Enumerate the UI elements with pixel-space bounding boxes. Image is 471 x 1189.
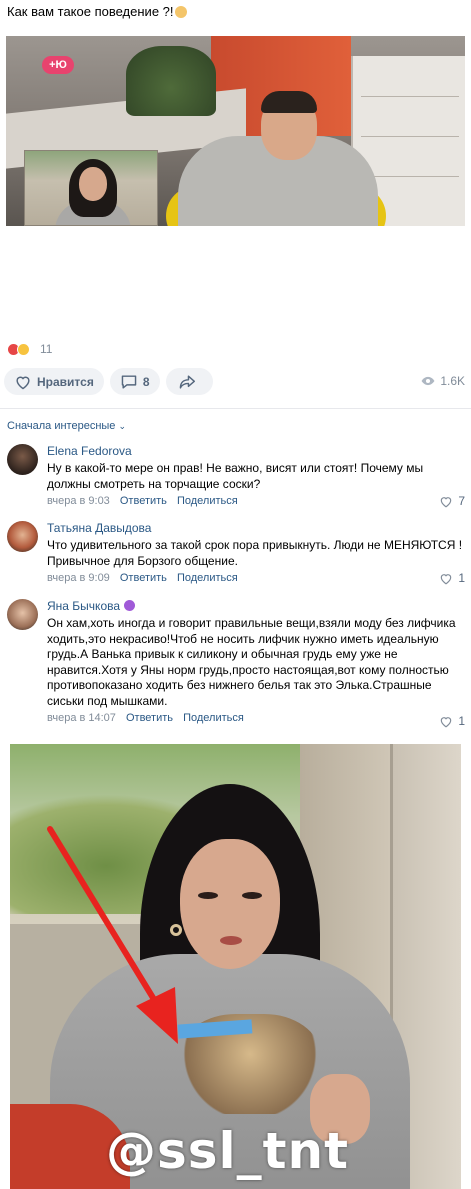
comment-like-button[interactable]: 7 — [439, 494, 465, 508]
heart-outline-icon — [441, 716, 452, 727]
share-button[interactable] — [165, 368, 213, 395]
heart-outline-icon — [16, 376, 30, 389]
reply-link[interactable]: Ответить — [120, 495, 167, 507]
avatar[interactable] — [7, 521, 38, 552]
comment-attached-photo[interactable]: @ssl_tnt — [10, 744, 461, 1189]
views-count: 1.6K — [440, 374, 465, 388]
heart-outline-icon — [441, 573, 452, 584]
like-button[interactable]: Нравится — [4, 368, 104, 395]
video-inset — [24, 150, 158, 226]
reply-link[interactable]: Ответить — [126, 712, 173, 724]
watermark: @ssl_tnt — [106, 1122, 350, 1180]
comment-time[interactable]: вчера в 14:07 — [47, 712, 116, 724]
avatar[interactable] — [7, 599, 38, 630]
video-player[interactable]: +Ю — [6, 36, 465, 226]
comment-meta: вчера в 9:03 Ответить Поделиться — [47, 495, 465, 507]
comment-like-button[interactable]: 1 — [439, 571, 465, 585]
heart-outline-icon — [441, 496, 452, 507]
comment-author[interactable]: Яна Бычкова — [47, 599, 465, 614]
comments-sort-label: Сначала интересные — [7, 420, 116, 432]
like-button-label: Нравится — [37, 374, 94, 389]
comment-author-name: Яна Бычкова — [47, 599, 121, 613]
share-link[interactable]: Поделиться — [183, 712, 244, 724]
comment-likes-count: 1 — [458, 714, 465, 728]
comments-count: 8 — [142, 374, 150, 389]
comment-text: Он хам,хоть иногда и говорит правильные … — [47, 616, 456, 708]
comment-like-button[interactable]: 1 — [439, 714, 465, 728]
divider — [0, 408, 471, 409]
comment-author[interactable]: Татьяна Давыдова — [47, 521, 465, 536]
share-arrow-icon — [179, 374, 195, 389]
paw-icon — [124, 600, 136, 611]
laugh-reaction-icon — [17, 342, 30, 356]
reactions-summary[interactable]: 11 — [7, 342, 52, 356]
avatar[interactable] — [7, 444, 38, 475]
comment-author[interactable]: Elena Fedorova — [47, 444, 465, 459]
reply-link[interactable]: Ответить — [120, 572, 167, 584]
views-counter: 1.6K — [421, 374, 465, 388]
comment-bubble-icon — [121, 374, 137, 389]
comment-meta: вчера в 9:09 Ответить Поделиться — [47, 572, 465, 584]
comments-sort-dropdown[interactable]: Сначала интересные ⌄ — [7, 420, 126, 432]
post-text: Как вам такое поведение ?! — [7, 4, 187, 19]
post-text-content: Как вам такое поведение ?! — [7, 4, 174, 19]
post-actions: Нравится 8 — [4, 368, 219, 395]
comments-button[interactable]: 8 — [109, 368, 160, 395]
comment-likes-count: 1 — [458, 571, 465, 585]
share-link[interactable]: Поделиться — [177, 495, 238, 507]
woman-facepalming-emoji-icon — [174, 6, 187, 18]
video-man-hair — [261, 91, 317, 113]
channel-logo: +Ю — [42, 56, 74, 74]
chevron-down-icon: ⌄ — [118, 421, 127, 431]
share-link[interactable]: Поделиться — [177, 572, 238, 584]
comment-time[interactable]: вчера в 9:03 — [47, 495, 110, 507]
comment-text: Что удивительного за такой срок пора при… — [47, 538, 463, 568]
reactions-count: 11 — [40, 342, 53, 356]
eye-icon — [421, 376, 435, 386]
comment-meta: вчера в 14:07 Ответить Поделиться — [47, 712, 465, 724]
video-plants — [126, 46, 216, 116]
comment-likes-count: 7 — [458, 494, 465, 508]
comment-time[interactable]: вчера в 9:09 — [47, 572, 110, 584]
comment-text: Ну в какой-то мере он прав! Не важно, ви… — [47, 461, 424, 491]
